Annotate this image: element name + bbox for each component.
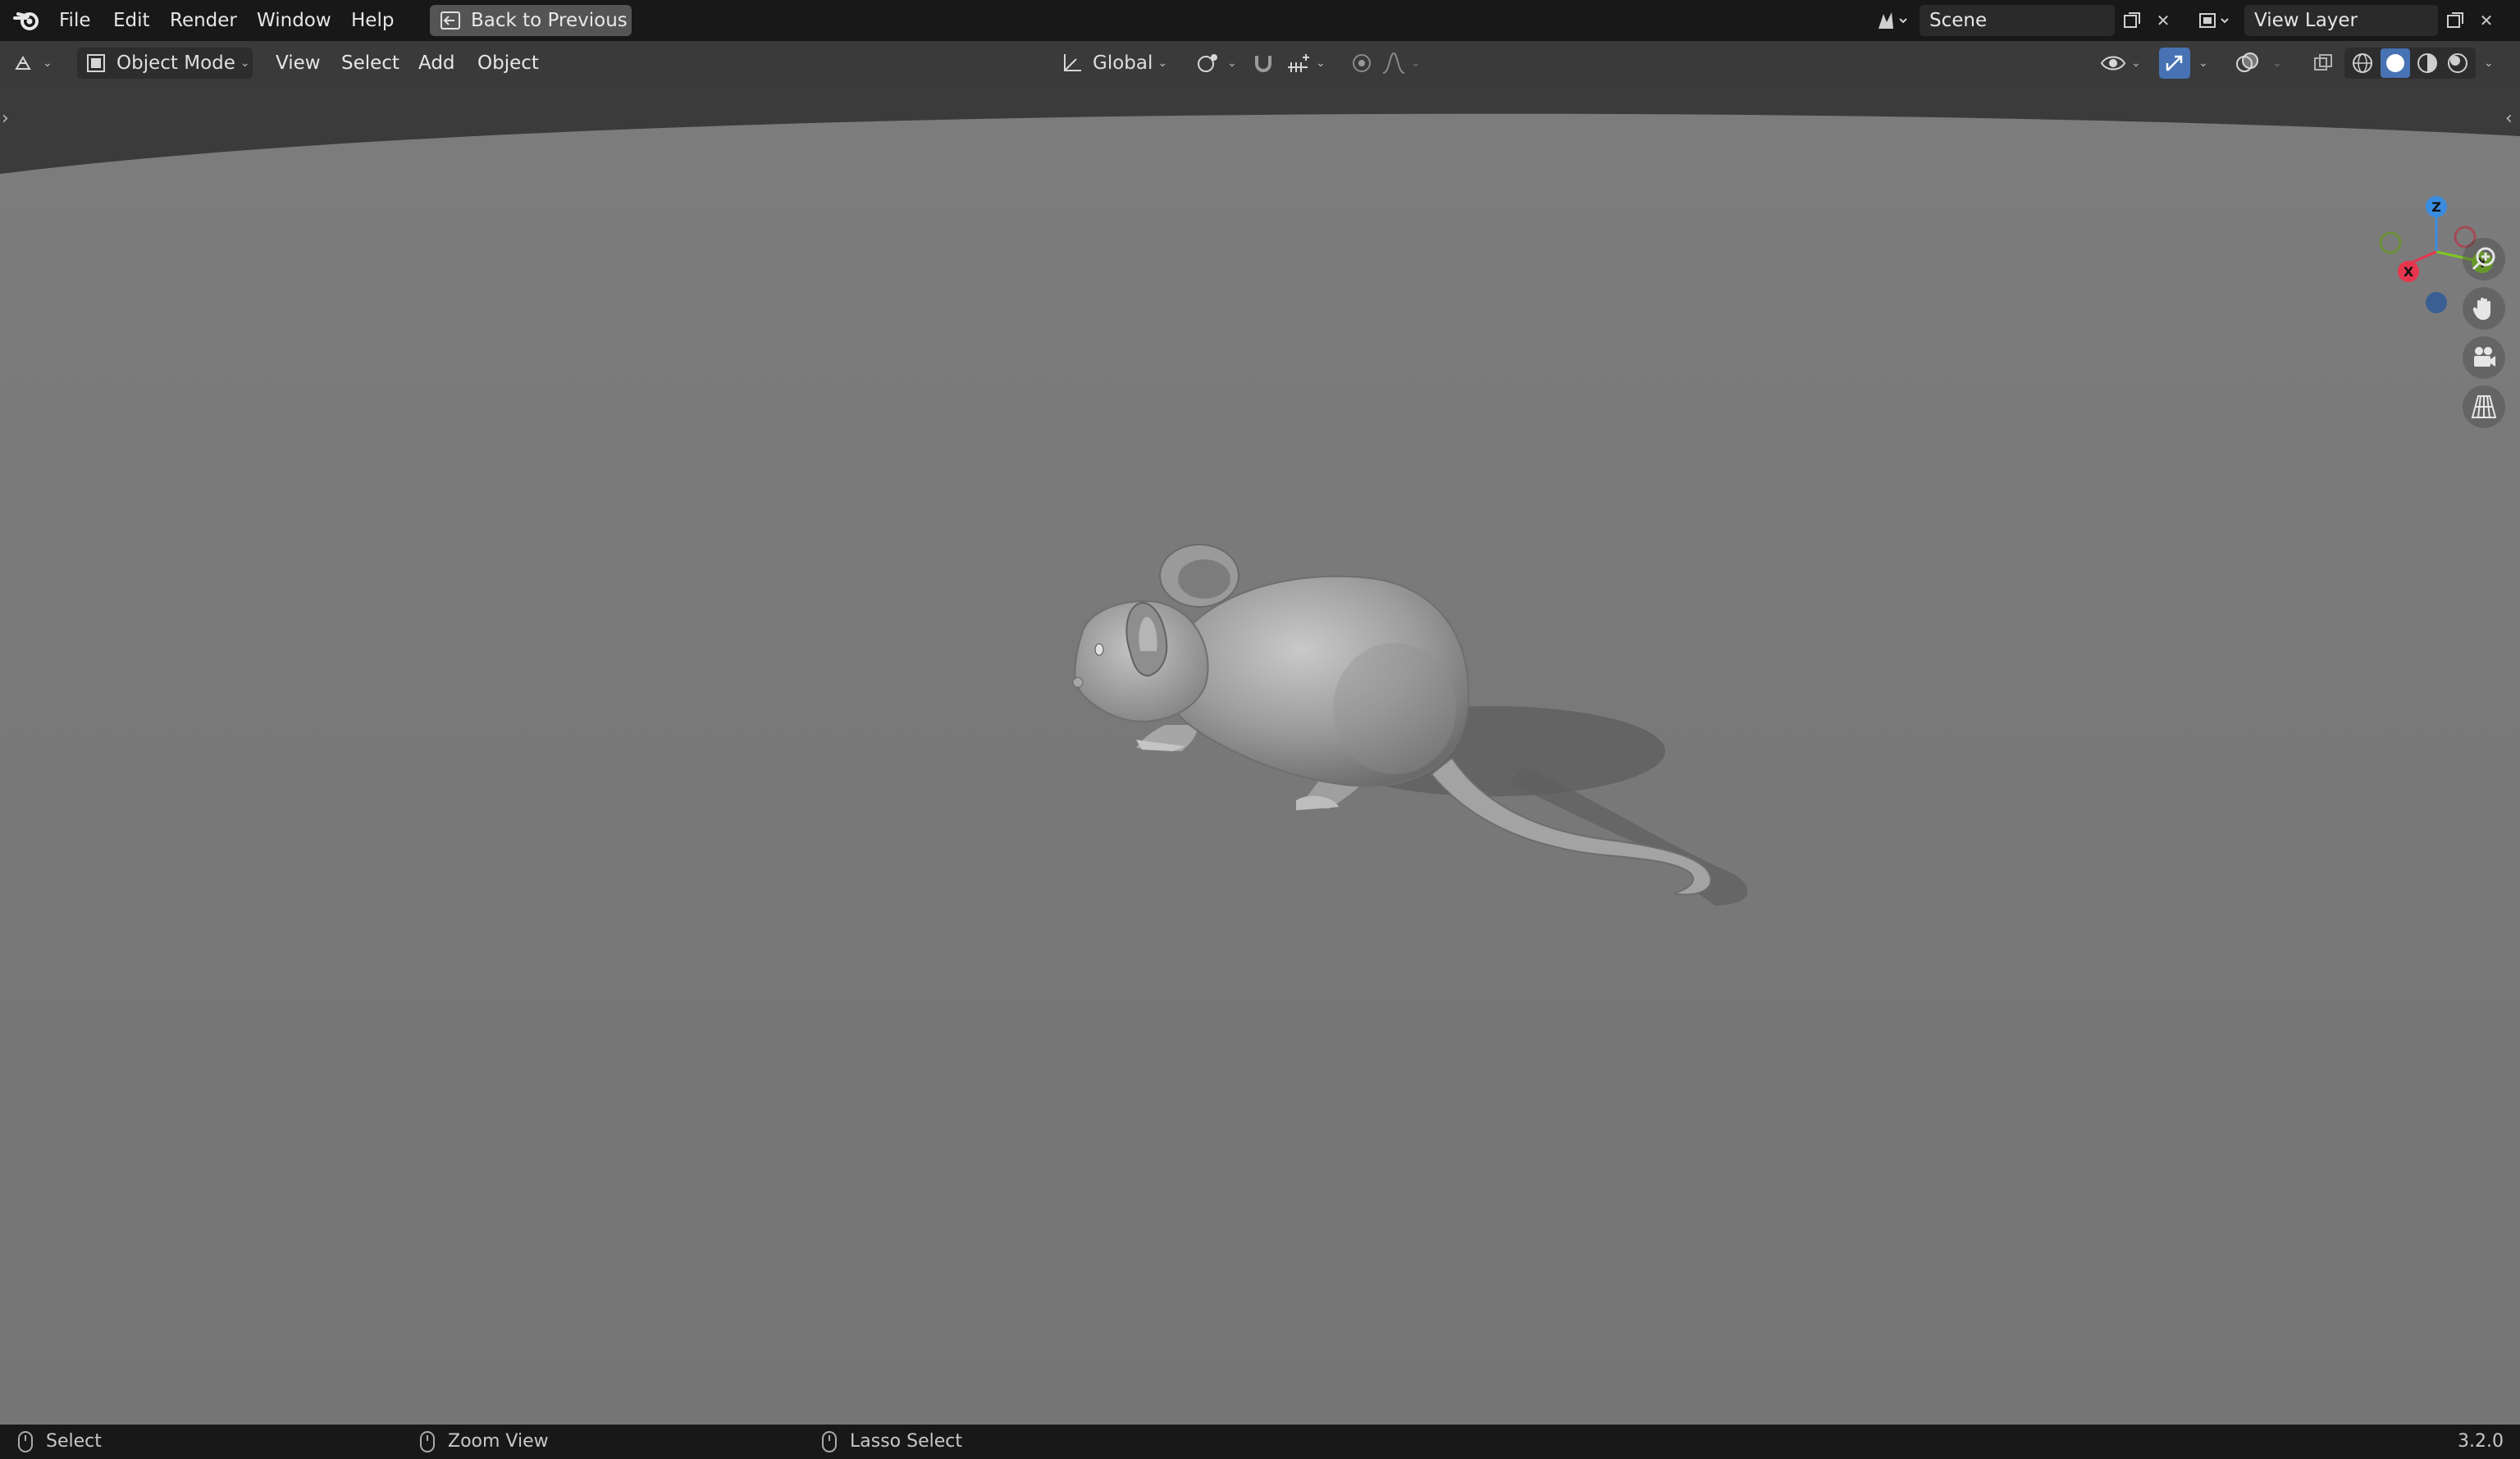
menu-select[interactable]: Select xyxy=(335,48,406,79)
new-view-layer-icon[interactable] xyxy=(2441,5,2469,36)
menu-help[interactable]: Help xyxy=(341,0,404,41)
falloff-dropdown[interactable]: ⌄ xyxy=(1381,48,1431,79)
status-bar: Select Zoom View Lasso Select 3.2.0 xyxy=(0,1425,2520,1459)
back-button-label: Back to Previous xyxy=(471,10,628,31)
grid-perspective-icon xyxy=(2471,395,2497,418)
overlays-dropdown[interactable]: ⌄ xyxy=(2267,48,2292,79)
delete-view-layer-icon[interactable]: ✕ xyxy=(2472,5,2500,36)
object-mode-dropdown[interactable]: Object Mode ⌄ xyxy=(77,48,253,79)
new-scene-icon[interactable] xyxy=(2118,5,2146,36)
editor-type-button[interactable]: ⌄ xyxy=(13,48,66,79)
toolbar-expand-arrow[interactable]: › xyxy=(2,108,9,129)
gizmo-toggle[interactable] xyxy=(2159,48,2190,79)
menu-render[interactable]: Render xyxy=(160,0,247,41)
back-to-previous-button[interactable]: Back to Previous xyxy=(430,5,632,36)
snap-target-dropdown[interactable]: ⌄ xyxy=(1285,48,1335,79)
scene-browse-icon[interactable] xyxy=(1870,5,1913,36)
transform-orientation-dropdown[interactable]: Global ⌄ xyxy=(1055,48,1185,79)
neg-z-axis-handle[interactable] xyxy=(2426,292,2447,313)
zoom-icon xyxy=(2472,247,2495,271)
sidebar-expand-arrow[interactable]: ‹ xyxy=(2505,108,2513,129)
proportional-edit-icon xyxy=(1353,54,1371,72)
visibility-dropdown[interactable]: ⌄ xyxy=(2100,48,2151,79)
pivot-icon xyxy=(1198,54,1217,72)
eye-icon xyxy=(2100,56,2126,71)
pan-view-button[interactable] xyxy=(2463,287,2505,330)
transform-orientation-label: Global xyxy=(1093,52,1153,74)
overlays-icon xyxy=(2236,52,2258,72)
status-select-label: Select xyxy=(46,1431,102,1452)
object-mode-label: Object Mode xyxy=(116,52,235,74)
pivot-point-dropdown[interactable]: ⌄ xyxy=(1196,48,1244,79)
falloff-curve-icon xyxy=(1382,52,1405,74)
menu-view[interactable]: View xyxy=(269,48,327,79)
status-lasso: Lasso Select xyxy=(822,1425,962,1459)
right-mouse-icon xyxy=(822,1431,837,1452)
solid-shading-button[interactable] xyxy=(2380,48,2410,78)
3d-viewport[interactable]: › ‹ Z Y X xyxy=(0,85,2520,1425)
magnet-icon xyxy=(1255,56,1271,72)
middle-mouse-icon xyxy=(420,1431,435,1452)
delete-scene-icon[interactable]: ✕ xyxy=(2149,5,2177,36)
material-preview-icon[interactable] xyxy=(2415,51,2440,75)
viewport-header: ⌄ Object Mode ⌄ View Select Add Object G… xyxy=(0,41,2520,85)
left-mouse-icon xyxy=(18,1431,33,1452)
camera-view-button[interactable] xyxy=(2463,336,2505,379)
xray-icon xyxy=(2314,54,2332,71)
status-select: Select xyxy=(18,1425,102,1459)
view-layer-browse-icon[interactable] xyxy=(2192,5,2235,36)
view-layer-name-field[interactable]: View Layer xyxy=(2244,5,2438,36)
z-axis-label: Z xyxy=(2431,199,2441,215)
status-zoom-label: Zoom View xyxy=(448,1431,549,1452)
solid-shading-icon xyxy=(2385,54,2404,72)
scene-name-field[interactable]: Scene xyxy=(1920,5,2115,36)
menu-window[interactable]: Window xyxy=(247,0,341,41)
status-zoom: Zoom View xyxy=(420,1425,549,1459)
xray-toggle[interactable] xyxy=(2308,48,2338,79)
gizmo-arrow-icon xyxy=(2166,55,2183,71)
snap-toggle[interactable] xyxy=(1250,48,1283,79)
top-bar: File Edit Render Window Help Back to Pre… xyxy=(0,0,2520,41)
version-label: 3.2.0 xyxy=(2458,1431,2504,1452)
orientation-icon xyxy=(1064,54,1081,71)
menu-add[interactable]: Add xyxy=(412,48,462,79)
perspective-toggle-button[interactable] xyxy=(2463,385,2505,428)
neg-y-axis-handle[interactable] xyxy=(2379,231,2402,254)
blender-logo-icon[interactable] xyxy=(11,8,44,33)
editor-type-icon xyxy=(15,55,31,70)
wireframe-shading-icon[interactable] xyxy=(2350,51,2375,75)
x-axis-label: X xyxy=(2404,264,2414,280)
rendered-shading-icon[interactable] xyxy=(2445,51,2470,75)
menu-object[interactable]: Object xyxy=(471,48,546,79)
menu-file[interactable]: File xyxy=(49,0,101,41)
snap-increment-icon xyxy=(1288,54,1309,72)
overlays-toggle[interactable] xyxy=(2228,48,2266,79)
hand-icon xyxy=(2472,298,2490,320)
back-icon xyxy=(441,11,460,30)
shading-dropdown[interactable]: ⌄ xyxy=(2479,48,2504,79)
gizmo-dropdown[interactable]: ⌄ xyxy=(2194,48,2218,79)
viewport-scene xyxy=(0,85,2520,1425)
menu-edit[interactable]: Edit xyxy=(103,0,160,41)
camera-icon xyxy=(2474,347,2495,367)
zoom-view-button[interactable] xyxy=(2463,238,2505,280)
shading-mode-group xyxy=(2344,48,2476,79)
proportional-editing-toggle[interactable] xyxy=(1345,48,1378,79)
status-lasso-label: Lasso Select xyxy=(850,1431,962,1452)
object-mode-icon xyxy=(87,54,105,72)
